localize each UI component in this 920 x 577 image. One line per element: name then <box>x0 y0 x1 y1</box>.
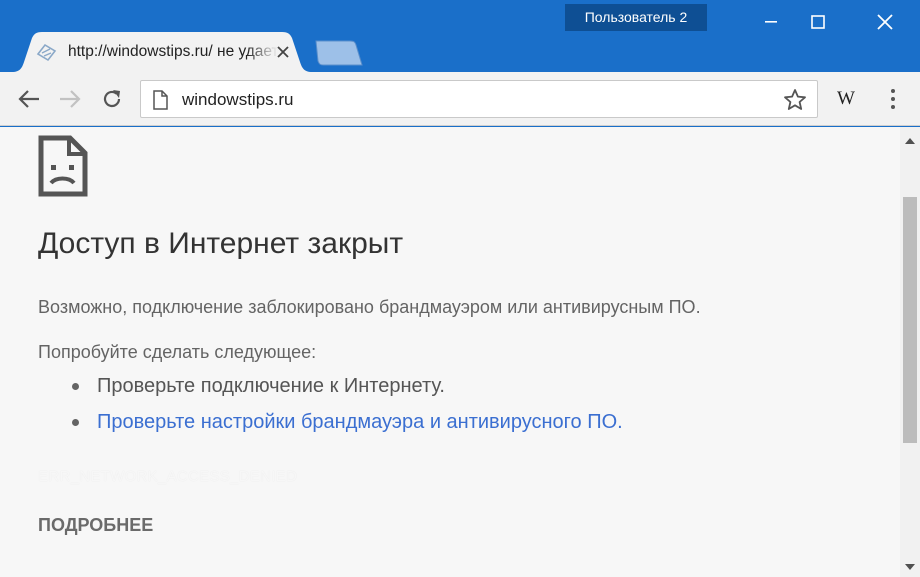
page-info-icon[interactable] <box>151 90 169 110</box>
profile-badge[interactable]: Пользователь 2 <box>565 4 707 31</box>
three-dots-menu-icon[interactable] <box>881 86 905 112</box>
broken-page-favicon-icon <box>36 43 57 62</box>
firewall-settings-link[interactable]: Проверьте настройки брандмауэра и антиви… <box>97 411 623 434</box>
close-window-button[interactable] <box>862 0 908 44</box>
forward-button[interactable] <box>55 84 85 114</box>
error-description: Возможно, подключение заблокировано бран… <box>38 297 701 317</box>
url-text[interactable]: windowstips.ru <box>182 81 294 119</box>
scroll-up-arrow-icon[interactable] <box>904 137 916 145</box>
suggestion-item: Проверьте подключение к Интернету. <box>72 375 445 398</box>
maximize-icon <box>811 15 825 29</box>
reload-icon <box>103 90 121 108</box>
scrollbar-thumb[interactable] <box>903 197 917 443</box>
error-heading: Доступ в Интернет закрыт <box>38 227 404 260</box>
back-arrow-icon <box>18 90 39 108</box>
star-icon[interactable] <box>783 88 807 112</box>
try-label: Попробуйте сделать следующее: <box>38 342 317 362</box>
toolbar: windowstips.ru W <box>0 72 920 126</box>
suggestion-text: Проверьте подключение к Интернету. <box>97 375 445 397</box>
forward-arrow-icon <box>60 90 81 108</box>
minimize-icon <box>765 21 777 23</box>
close-icon <box>277 46 289 58</box>
address-bar[interactable]: windowstips.ru <box>140 80 818 118</box>
maximize-button[interactable] <box>795 0 841 44</box>
new-tab-button[interactable] <box>310 40 364 66</box>
error-code: ERR_NETWORK_ACCESS_DENIED <box>38 468 298 485</box>
tab-title: http://windowstips.ru/ не удается получи… <box>68 43 278 60</box>
bullet-dot <box>72 383 79 390</box>
tab-active[interactable]: http://windowstips.ru/ не удается получи… <box>12 32 312 72</box>
details-button[interactable]: ПОДРОБНЕЕ <box>38 515 153 536</box>
scroll-down-arrow-icon[interactable] <box>904 563 916 571</box>
vertical-scrollbar[interactable] <box>900 127 920 577</box>
tab-close-button[interactable] <box>273 42 293 62</box>
bullet-dot <box>72 419 79 426</box>
title-bar: Пользователь 2 http://windowstips.ru/ не… <box>0 0 920 72</box>
suggestion-item-link[interactable]: Проверьте настройки брандмауэра и антиви… <box>72 411 623 434</box>
minimize-button[interactable] <box>748 0 794 44</box>
back-button[interactable] <box>14 84 44 114</box>
close-icon <box>877 14 893 30</box>
reload-button[interactable] <box>97 84 127 114</box>
error-page: Доступ в Интернет закрыт Возможно, подкл… <box>0 127 900 577</box>
extension-w-button[interactable]: W <box>833 86 859 112</box>
sad-page-icon <box>38 135 88 197</box>
